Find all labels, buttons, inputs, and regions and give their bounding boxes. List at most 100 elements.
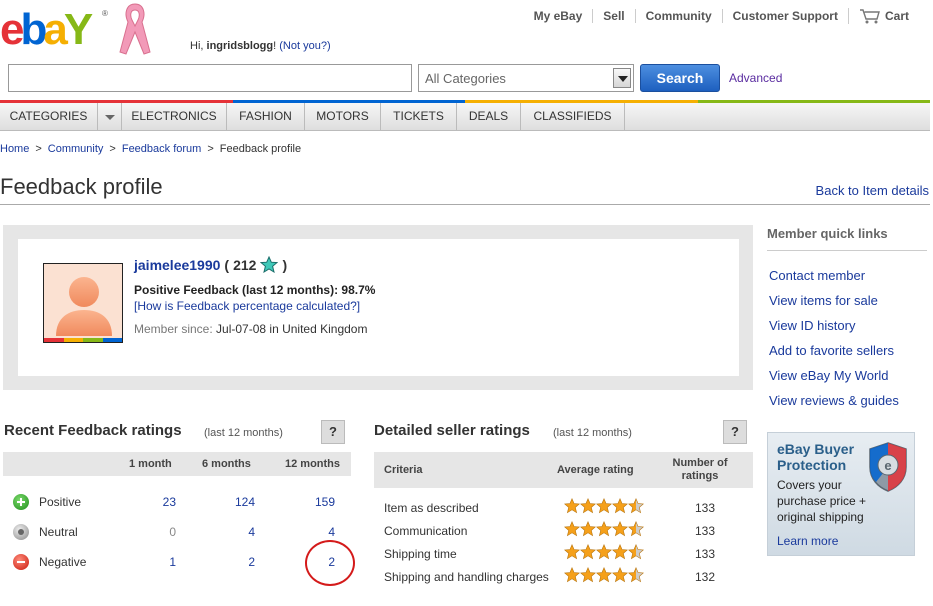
feedback-score[interactable]: 212 xyxy=(233,257,256,273)
tab-classifieds[interactable]: CLASSIFIEDS xyxy=(521,103,625,131)
col-average-rating: Average rating xyxy=(557,464,634,476)
greeting-username: ingridsblogg xyxy=(206,40,274,52)
neutral-1-month: 0 xyxy=(169,525,176,539)
advanced-search-link[interactable]: Advanced xyxy=(729,71,782,85)
quick-link-view-items[interactable]: View items for sale xyxy=(769,294,899,319)
default-avatar-icon xyxy=(56,277,112,336)
tab-motors[interactable]: MOTORS xyxy=(305,103,381,131)
member-since: Member since: Jul-07-08 in United Kingdo… xyxy=(134,322,367,336)
nav-customer-support[interactable]: Customer Support xyxy=(721,9,848,23)
criteria-label: Shipping and handling charges xyxy=(384,570,549,584)
star-icon xyxy=(596,498,612,514)
breadcrumb-feedback-forum[interactable]: Feedback forum xyxy=(122,143,201,155)
star-icon xyxy=(628,544,644,560)
tab-electronics[interactable]: ELECTRONICS xyxy=(122,103,227,131)
table-row: Communication 133 xyxy=(374,519,753,542)
col-1-month: 1 month xyxy=(129,458,172,470)
positive-12-months[interactable]: 159 xyxy=(295,495,335,509)
category-bar: CATEGORIES ELECTRONICS FASHION MOTORS TI… xyxy=(0,103,930,131)
svg-text:ebaY: ebaY xyxy=(0,5,93,50)
greeting-prefix: Hi, xyxy=(190,40,204,52)
protection-learn-more-link[interactable]: Learn more xyxy=(777,534,838,548)
turquoise-star-icon[interactable] xyxy=(260,256,279,273)
negative-6-months[interactable]: 2 xyxy=(215,555,255,569)
page-title: Feedback profile xyxy=(0,174,163,199)
quick-links-title: Member quick links xyxy=(767,226,888,241)
star-icon xyxy=(612,567,628,583)
search-input[interactable] xyxy=(8,64,412,92)
table-row: Shipping and handling charges 132 xyxy=(374,565,753,588)
member-card: jaimelee1990 ( 212 ) Positive Feedback (… xyxy=(18,239,739,376)
member-since-value: Jul-07-08 in United Kingdom xyxy=(216,322,368,336)
star-icon xyxy=(612,544,628,560)
member-since-label: Member since: xyxy=(134,322,213,336)
quick-link-my-world[interactable]: View eBay My World xyxy=(769,369,899,394)
star-rating xyxy=(564,521,644,537)
tab-categories[interactable]: CATEGORIES xyxy=(0,103,98,131)
positive-1-month[interactable]: 23 xyxy=(136,495,176,509)
negative-1-month[interactable]: 1 xyxy=(136,555,176,569)
star-icon xyxy=(564,567,580,583)
seller-ratings-help-button[interactable]: ? xyxy=(723,420,747,444)
neutral-6-months[interactable]: 4 xyxy=(215,525,255,539)
rating-label: Positive xyxy=(39,495,82,509)
criteria-label: Shipping time xyxy=(384,547,457,561)
star-rating xyxy=(564,498,644,514)
ebay-logo[interactable]: ebaY ® xyxy=(0,2,112,50)
quick-link-reviews-guides[interactable]: View reviews & guides xyxy=(769,394,899,419)
neutral-12-months[interactable]: 4 xyxy=(295,525,335,539)
quick-link-id-history[interactable]: View ID history xyxy=(769,319,899,344)
member-name-line: jaimelee1990 ( 212 ) xyxy=(134,256,287,273)
breadcrumb-home[interactable]: Home xyxy=(0,143,29,155)
categories-dropdown-icon[interactable] xyxy=(98,103,122,130)
recent-ratings-help-button[interactable]: ? xyxy=(321,420,345,444)
positive-feedback-percentage: Positive Feedback (last 12 months): 98.7… xyxy=(134,283,376,297)
protection-body: Covers your purchase price + original sh… xyxy=(777,478,867,524)
quick-link-add-favorite[interactable]: Add to favorite sellers xyxy=(769,344,899,369)
category-select[interactable]: All Categories xyxy=(418,64,634,92)
back-to-item-link[interactable]: Back to Item details xyxy=(816,183,929,198)
star-icon xyxy=(628,567,644,583)
tab-fashion[interactable]: FASHION xyxy=(227,103,305,131)
score-close-paren: ) xyxy=(282,256,288,273)
feedback-percentage-help-link[interactable]: [How is Feedback percentage calculated?] xyxy=(134,299,360,313)
star-icon xyxy=(580,567,596,583)
tab-tickets[interactable]: TICKETS xyxy=(381,103,457,131)
breadcrumb-community[interactable]: Community xyxy=(48,143,104,155)
col-number-of-ratings: Number of ratings xyxy=(672,457,728,482)
quick-link-contact-member[interactable]: Contact member xyxy=(769,269,899,294)
criteria-label: Item as described xyxy=(384,501,479,515)
chevron-down-icon[interactable] xyxy=(613,68,631,88)
rating-count: 133 xyxy=(694,501,716,515)
col-6-months: 6 months xyxy=(202,458,251,470)
not-you-link[interactable]: (Not you?) xyxy=(279,40,330,52)
table-row: Item as described 133 xyxy=(374,496,753,519)
member-panel: jaimelee1990 ( 212 ) Positive Feedback (… xyxy=(3,225,753,390)
star-icon xyxy=(564,498,580,514)
top-nav: My eBay Sell Community Customer Support … xyxy=(524,8,919,24)
svg-text:e: e xyxy=(884,458,891,473)
star-icon xyxy=(580,498,596,514)
col-criteria: Criteria xyxy=(384,464,423,476)
nav-sell[interactable]: Sell xyxy=(592,9,634,23)
member-username-link[interactable]: jaimelee1990 xyxy=(134,257,220,273)
tab-deals[interactable]: DEALS xyxy=(457,103,521,131)
negative-icon xyxy=(13,554,29,570)
search-button[interactable]: Search xyxy=(640,64,720,92)
rating-label: Negative xyxy=(39,555,87,569)
positive-6-months[interactable]: 124 xyxy=(215,495,255,509)
breadcrumb-current: Feedback profile xyxy=(219,143,302,155)
nav-cart[interactable]: Cart xyxy=(847,8,919,24)
star-icon xyxy=(580,521,596,537)
neutral-icon xyxy=(13,524,29,540)
avatar xyxy=(43,263,123,343)
nav-my-ebay[interactable]: My eBay xyxy=(524,9,593,23)
breadcrumb: Home > Community > Feedback forum > Feedback p… xyxy=(0,143,302,155)
category-select-value: All Categories xyxy=(425,71,506,86)
nav-community[interactable]: Community xyxy=(634,9,722,23)
cart-label: Cart xyxy=(884,9,909,23)
score-open-paren: ( xyxy=(224,256,230,273)
seller-ratings-subtitle: (last 12 months) xyxy=(553,427,632,439)
buyer-protection-banner[interactable]: eBay Buyer Protection e Covers your purc… xyxy=(767,432,915,556)
recent-ratings-subtitle: (last 12 months) xyxy=(204,427,283,439)
